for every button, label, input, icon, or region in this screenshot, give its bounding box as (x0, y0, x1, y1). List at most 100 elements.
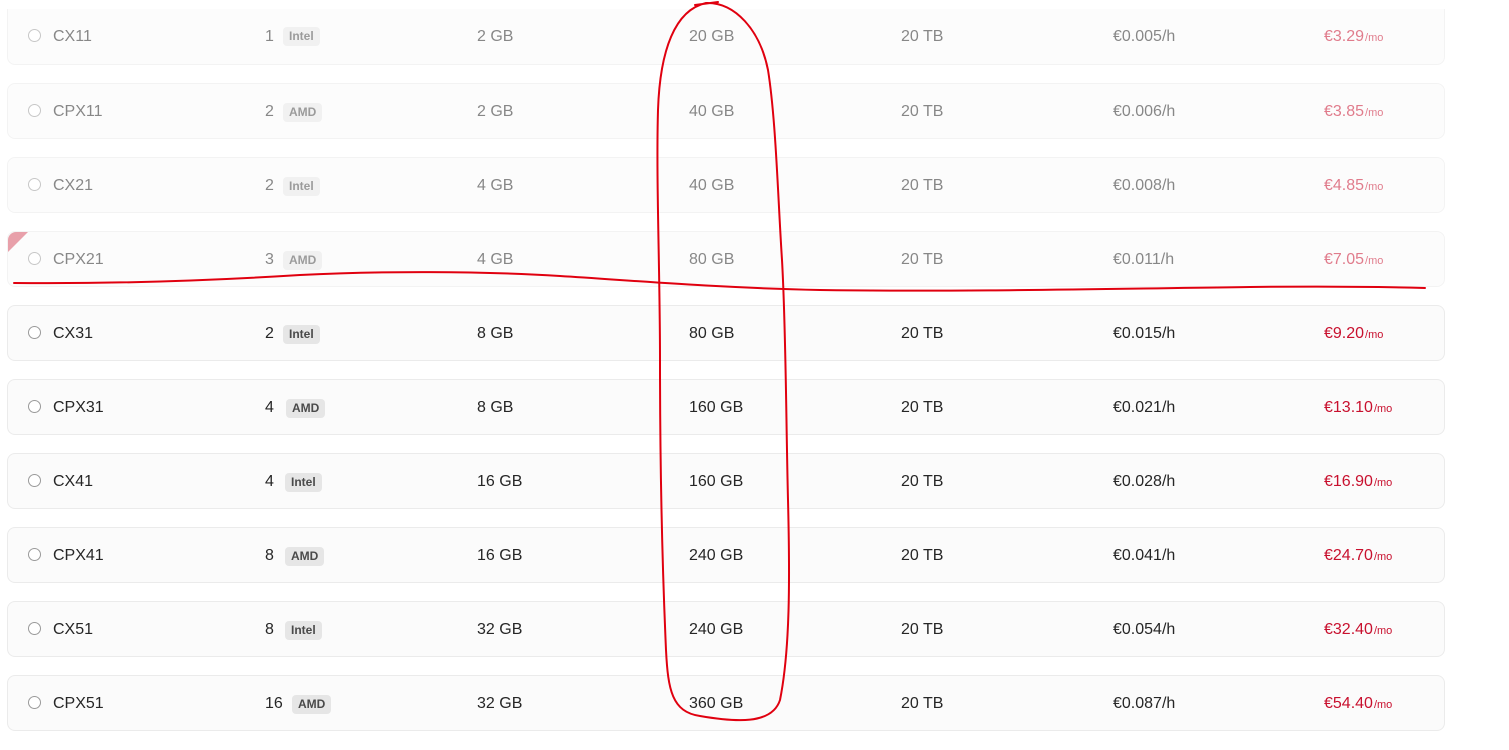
cpu-badge: Intel (285, 621, 322, 640)
monthly-unit: /mo (1365, 32, 1384, 44)
plan-hourly-price: €0.087/h (1113, 695, 1176, 712)
plan-row-cpx41[interactable]: CPX41 8 AMD 16 GB 240 GB 20 TB €0.041/h … (7, 527, 1445, 583)
cpu-badge: AMD (285, 547, 325, 566)
plan-ssd: 240 GB (689, 621, 744, 638)
monthly-unit: /mo (1373, 551, 1393, 563)
plan-hourly-price: €0.011/h (1113, 251, 1175, 268)
plan-monthly-price: €3.85/mo (1324, 84, 1383, 140)
plan-vcpu: 2 (265, 325, 274, 342)
plan-traffic: 20 TB (901, 547, 944, 564)
plan-radio-cx31[interactable] (28, 326, 41, 339)
plan-ssd: 20 GB (689, 28, 735, 45)
plan-vcpu: 1 (265, 28, 274, 45)
plan-name: CPX41 (53, 547, 104, 564)
plan-monthly-price: €54.40/mo (1324, 676, 1392, 732)
plan-traffic: 20 TB (901, 399, 944, 416)
plan-name: CPX11 (53, 103, 103, 120)
plan-traffic: 20 TB (901, 473, 944, 490)
plan-ram: 16 GB (477, 547, 523, 564)
plan-radio-cx21[interactable] (28, 178, 41, 191)
plan-traffic: 20 TB (901, 621, 944, 638)
corner-ribbon (8, 232, 28, 252)
plan-ssd: 40 GB (689, 177, 735, 194)
plan-radio-cpx21[interactable] (28, 252, 41, 265)
plan-traffic: 20 TB (901, 695, 944, 712)
plan-ram: 4 GB (477, 251, 514, 268)
plan-name: CPX21 (53, 251, 104, 268)
plan-row-cx51[interactable]: CX51 8 Intel 32 GB 240 GB 20 TB €0.054/h… (7, 601, 1445, 657)
plan-ram: 8 GB (477, 325, 514, 342)
monthly-unit: /mo (1365, 181, 1384, 193)
cpu-badge: Intel (285, 473, 322, 492)
plan-ssd: 360 GB (689, 695, 744, 712)
plan-vcpu: 2 (265, 103, 274, 120)
monthly-unit: /mo (1373, 699, 1393, 711)
plan-monthly-price: €16.90/mo (1324, 454, 1392, 510)
plan-hourly-price: €0.006/h (1113, 103, 1176, 120)
plan-ram: 2 GB (477, 103, 514, 120)
monthly-amount: €16.90 (1324, 473, 1373, 490)
cpu-badge: Intel (283, 177, 320, 196)
plan-ssd: 80 GB (689, 251, 735, 268)
monthly-amount: €4.85 (1324, 177, 1365, 194)
plan-ram: 32 GB (477, 621, 523, 638)
plan-radio-cpx11[interactable] (28, 104, 41, 117)
plan-hourly-price: €0.054/h (1113, 621, 1176, 638)
plan-ssd: 40 GB (689, 103, 735, 120)
plan-row-cpx11[interactable]: CPX11 2 AMD 2 GB 40 GB 20 TB €0.006/h €3… (7, 83, 1445, 139)
monthly-amount: €3.29 (1324, 28, 1365, 45)
plan-hourly-price: €0.005/h (1113, 28, 1176, 45)
cpu-badge: Intel (283, 325, 320, 344)
monthly-unit: /mo (1373, 403, 1393, 415)
plan-vcpu: 3 (265, 251, 274, 268)
monthly-amount: €32.40 (1324, 621, 1373, 638)
monthly-unit: /mo (1365, 255, 1384, 267)
plan-name: CX41 (53, 473, 94, 490)
plan-radio-cx11[interactable] (28, 29, 41, 42)
plan-hourly-price: €0.015/h (1113, 325, 1176, 342)
plan-ram: 8 GB (477, 399, 514, 416)
plan-row-cx11[interactable]: CX11 1 Intel 2 GB 20 GB 20 TB €0.005/h €… (7, 9, 1445, 65)
plan-name: CPX31 (53, 399, 104, 416)
plan-vcpu: 8 (265, 547, 274, 564)
monthly-unit: /mo (1373, 477, 1393, 489)
plan-row-cx21[interactable]: CX21 2 Intel 4 GB 40 GB 20 TB €0.008/h €… (7, 157, 1445, 213)
plan-vcpu: 2 (265, 177, 274, 194)
plan-monthly-price: €7.05/mo (1324, 232, 1383, 288)
monthly-amount: €13.10 (1324, 399, 1373, 416)
plan-traffic: 20 TB (901, 325, 944, 342)
plan-vcpu: 4 (265, 473, 274, 490)
plan-radio-cpx41[interactable] (28, 548, 41, 561)
plan-monthly-price: €4.85/mo (1324, 158, 1383, 214)
plan-monthly-price: €32.40/mo (1324, 602, 1392, 658)
plan-ssd: 240 GB (689, 547, 744, 564)
plan-row-cpx51[interactable]: CPX51 16 AMD 32 GB 360 GB 20 TB €0.087/h… (7, 675, 1445, 731)
plan-row-cpx21[interactable]: CPX21 3 AMD 4 GB 80 GB 20 TB €0.011/h €7… (7, 231, 1445, 287)
plan-hourly-price: €0.008/h (1113, 177, 1176, 194)
plan-name: CPX51 (53, 695, 104, 712)
plan-row-cx41[interactable]: CX41 4 Intel 16 GB 160 GB 20 TB €0.028/h… (7, 453, 1445, 509)
plan-traffic: 20 TB (901, 28, 944, 45)
cpu-badge: AMD (286, 399, 326, 418)
plan-monthly-price: €13.10/mo (1324, 380, 1392, 436)
plan-row-cpx31[interactable]: CPX31 4 AMD 8 GB 160 GB 20 TB €0.021/h €… (7, 379, 1445, 435)
plan-ssd: 160 GB (689, 473, 744, 490)
plan-monthly-price: €3.29/mo (1324, 9, 1383, 65)
plan-ram: 32 GB (477, 695, 523, 712)
plan-monthly-price: €9.20/mo (1324, 306, 1383, 362)
monthly-unit: /mo (1365, 329, 1384, 341)
plan-radio-cx41[interactable] (28, 474, 41, 487)
plan-ram: 16 GB (477, 473, 523, 490)
monthly-amount: €24.70 (1324, 547, 1373, 564)
plan-row-cx31[interactable]: CX31 2 Intel 8 GB 80 GB 20 TB €0.015/h €… (7, 305, 1445, 361)
plan-name: CX21 (53, 177, 94, 194)
cpu-badge: AMD (283, 103, 323, 122)
plan-radio-cpx51[interactable] (28, 696, 41, 709)
plan-radio-cx51[interactable] (28, 622, 41, 635)
plan-ssd: 80 GB (689, 325, 735, 342)
plan-radio-cpx31[interactable] (28, 400, 41, 413)
plan-hourly-price: €0.028/h (1113, 473, 1176, 490)
plan-vcpu: 8 (265, 621, 274, 638)
cpu-badge: AMD (292, 695, 332, 714)
plan-ram: 4 GB (477, 177, 514, 194)
